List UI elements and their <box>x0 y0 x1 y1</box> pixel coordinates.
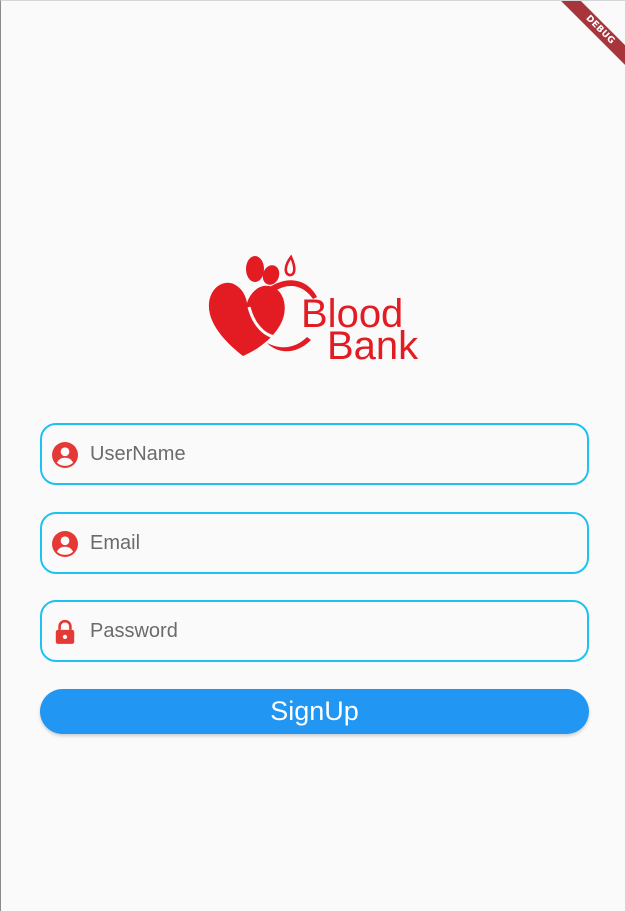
logo-head-left-icon <box>246 256 264 282</box>
debug-banner: DEBUG <box>545 1 625 81</box>
logo-drop-icon <box>284 254 296 277</box>
signup-button[interactable]: SignUp <box>40 689 589 734</box>
email-field[interactable]: Email <box>40 512 589 574</box>
blood-bank-logo: Blood Bank <box>208 254 419 366</box>
logo-heart-icon <box>208 282 285 356</box>
username-placeholder: UserName <box>90 443 186 465</box>
email-placeholder: Email <box>90 532 141 554</box>
username-field[interactable]: UserName <box>40 423 589 485</box>
password-field[interactable]: Password <box>40 600 589 662</box>
logo-text-bank: Bank <box>327 324 419 366</box>
password-placeholder: Password <box>90 620 178 642</box>
account-circle-icon <box>52 442 78 468</box>
account-circle-icon <box>52 531 78 557</box>
signup-screen: DEBUG Blood Bank UserName Email Password… <box>0 0 625 911</box>
lock-icon <box>55 619 75 644</box>
debug-banner-label: DEBUG <box>556 1 625 74</box>
